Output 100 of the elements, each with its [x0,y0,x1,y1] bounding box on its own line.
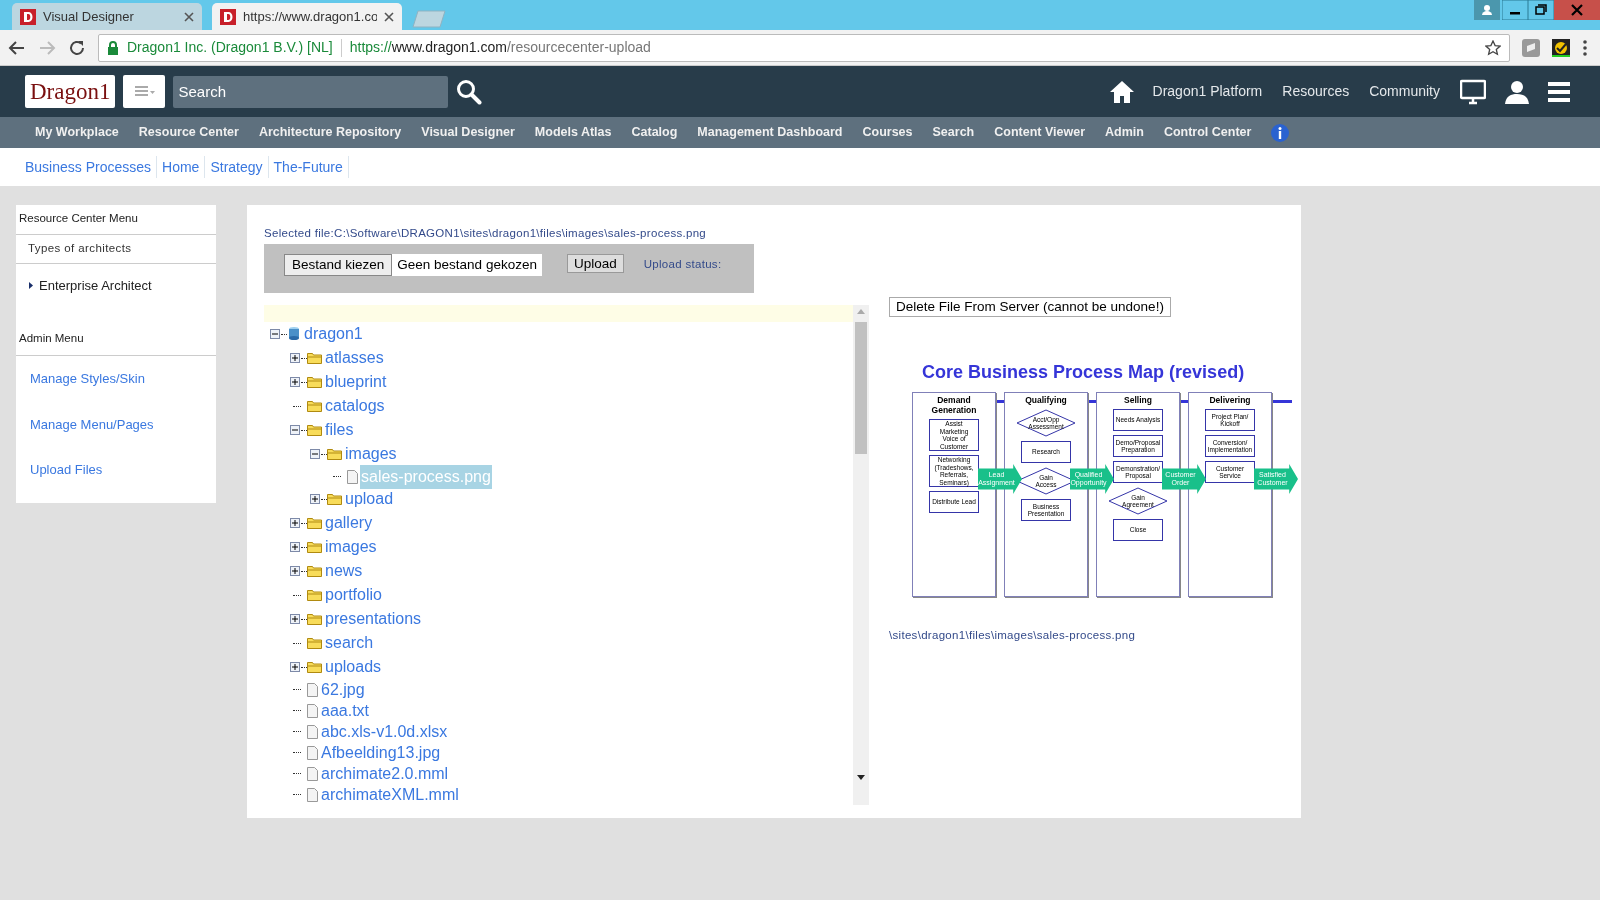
back-icon[interactable] [8,38,26,57]
restore-button[interactable] [1528,0,1554,20]
tree-item[interactable]: files [324,418,355,443]
close-button[interactable] [1554,0,1600,20]
tree-item[interactable]: dragon1 [303,322,364,347]
lane-title: Qualifying [1024,395,1068,405]
nav-link[interactable]: Models Atlas [534,123,612,142]
expand-toggle[interactable] [290,376,301,388]
nav-link[interactable]: Management Dashboard [697,123,843,142]
nav-link[interactable]: Admin [1105,123,1144,142]
expand-toggle[interactable] [290,541,301,553]
file-icon [307,766,318,781]
nav-link[interactable]: Control Center [1163,123,1252,142]
file-icon [307,745,318,760]
monitor-icon[interactable] [1460,78,1486,105]
decision-shape [1108,487,1168,515]
tree-item[interactable]: atlasses [324,346,385,371]
reload-icon[interactable] [68,38,86,57]
folder-icon [307,661,322,674]
folder-icon [307,352,322,365]
user-icon[interactable] [1504,78,1530,105]
url-text: https://www.dragon1.com/resourcecenter-upload [349,38,652,57]
extension-icon[interactable] [1552,38,1570,57]
file-icon [307,703,318,718]
browser-tab[interactable]: Visual Designer [12,3,202,30]
nav-link[interactable]: Resource Center [138,123,239,142]
menu-subheading: Types of architects [16,235,216,264]
tree-item[interactable]: blueprint [324,370,388,395]
bookmark-star-icon[interactable] [1485,39,1501,56]
lane-title: Delivering [1208,395,1252,405]
tree-item[interactable]: images [324,535,378,560]
tree-item[interactable]: search [324,631,375,656]
site-logo[interactable]: Dragon1 [25,75,116,108]
favicon-icon [20,8,36,25]
upload-button[interactable]: Upload [566,254,624,274]
breadcrumb-link[interactable]: Strategy [205,156,269,178]
breadcrumb-link[interactable]: The-Future [268,156,349,178]
expand-toggle[interactable] [290,661,301,673]
expand-toggle[interactable] [290,517,301,529]
file-status-text: Geen bestand gekozen [392,254,542,277]
choose-file-button[interactable]: Bestand kiezen [284,254,393,277]
nav-link[interactable]: Visual Designer [421,123,515,142]
nav-link[interactable]: Search [932,123,975,142]
folder-icon [307,541,322,554]
menu-item[interactable]: Enterprise Architect [39,275,152,295]
tree-item[interactable]: gallery [324,511,374,536]
scroll-down-icon[interactable] [857,775,865,781]
breadcrumb-link[interactable]: Home [157,156,206,178]
expand-toggle[interactable] [310,493,321,505]
menu-link[interactable]: Manage Styles/Skin [16,356,216,402]
nav-link[interactable]: Architecture Repository [258,123,402,142]
collapse-toggle[interactable] [270,328,281,340]
tree-item[interactable]: uploads [324,655,383,680]
expand-toggle[interactable] [290,352,301,364]
menu-icon[interactable] [1548,80,1570,103]
tree-item[interactable]: news [324,559,364,584]
file-icon [307,682,318,697]
tree-item[interactable]: catalogs [324,394,386,419]
menu-link[interactable]: Upload Files [16,447,216,493]
file-icon [307,724,318,739]
close-icon[interactable] [184,11,194,22]
tab-title: Visual Designer [43,7,135,26]
browser-tab[interactable]: https://www.dragon1.co [212,3,402,30]
tree-item[interactable]: images [344,442,398,467]
address-field[interactable]: Dragon1 Inc. (Dragon1 B.V.) [NL] https://www.dragon1.com/resourcecenter-upload [98,33,1510,62]
delete-file-button[interactable]: Delete File From Server (cannot be undone!) [889,297,1171,317]
minimize-button[interactable] [1502,0,1528,20]
header-link[interactable]: Dragon1 Platform [1152,81,1263,102]
collapse-toggle[interactable] [310,448,321,460]
tree-item[interactable]: portfolio [324,583,383,608]
search-field[interactable]: Search [173,75,449,108]
header-link[interactable]: Resources [1282,81,1350,102]
decision-shape [1016,409,1076,437]
nav-link[interactable]: My Workplace [35,123,119,142]
menu-link[interactable]: Manage Menu/Pages [16,401,216,448]
site-identity: Dragon1 Inc. (Dragon1 B.V.) [NL] [127,38,333,57]
header-link[interactable]: Community [1369,81,1440,102]
upload-status-text: Upload status: [643,257,722,273]
menu-button[interactable] [123,75,166,108]
expand-toggle[interactable] [290,565,301,577]
nav-link[interactable]: Courses [862,123,913,142]
folder-icon [307,376,322,389]
tree-item[interactable]: presentations [324,607,423,632]
favicon-icon [220,8,236,25]
nav-link[interactable]: Catalog [631,123,678,142]
expand-toggle[interactable] [290,613,301,625]
breadcrumb-link[interactable]: Business Processes [20,156,158,178]
close-icon[interactable] [384,11,394,22]
nav-link[interactable]: Content Viewer [994,123,1085,142]
home-icon[interactable] [1108,79,1135,104]
scrollbar[interactable] [853,305,869,806]
scrollbar-thumb[interactable] [855,322,867,455]
search-icon[interactable] [456,78,483,105]
info-icon[interactable] [1271,123,1290,142]
diagram-title: Core Business Process Map (revised) [922,361,1246,384]
tree-item[interactable]: upload [344,487,395,512]
collapse-toggle[interactable] [290,424,301,436]
folder-icon [307,517,322,530]
lane-title: Selling [1123,395,1153,405]
more-icon[interactable] [1582,38,1588,57]
